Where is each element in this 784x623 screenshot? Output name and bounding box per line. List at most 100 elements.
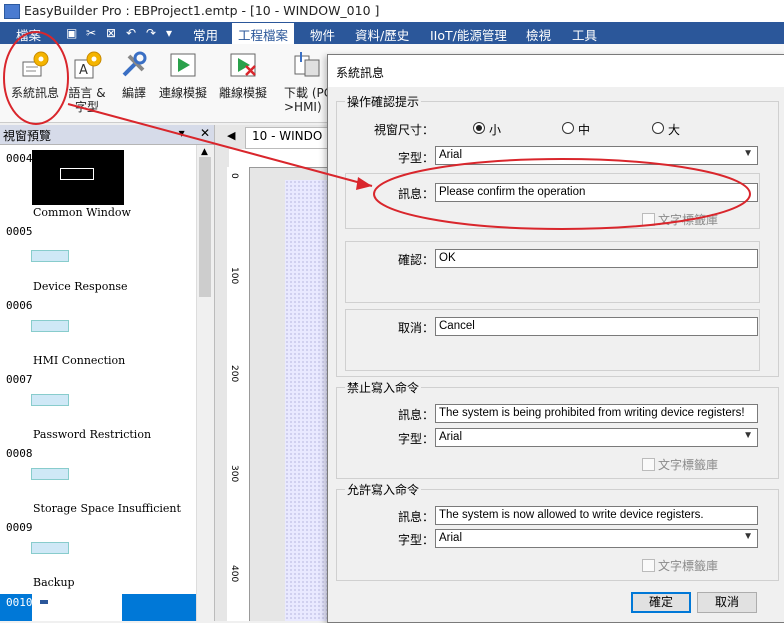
chevron-down-icon: ▼ bbox=[743, 430, 753, 441]
window-number: 0006 bbox=[6, 299, 33, 312]
size-medium-radio[interactable] bbox=[562, 122, 574, 134]
window-number: 0010 bbox=[6, 596, 33, 609]
window-thumbnail[interactable] bbox=[31, 468, 69, 480]
prohibit-message-input[interactable]: The system is being prohibited from writ… bbox=[435, 404, 758, 423]
window-thumbnail[interactable] bbox=[31, 320, 69, 332]
font-value: Arial bbox=[439, 149, 463, 161]
download-icon bbox=[291, 50, 321, 80]
chevron-down-icon: ▼ bbox=[743, 148, 753, 159]
language-font-button[interactable]: A 語言 & 字型 bbox=[66, 50, 108, 114]
prohibit-font-label: 字型： bbox=[397, 432, 434, 446]
tab-iiot-energy[interactable]: IIoT/能源管理 bbox=[430, 25, 507, 44]
chevron-down-icon: ▼ bbox=[743, 531, 753, 542]
selected-window-row[interactable]: 0010 bbox=[0, 594, 196, 621]
prohibit-font-select[interactable]: Arial ▼ bbox=[435, 428, 758, 447]
allow-font-label: 字型： bbox=[397, 533, 434, 547]
window-size-label: 視窗尺寸： bbox=[373, 123, 434, 137]
language-font-label: 語言 & 字型 bbox=[68, 86, 106, 114]
system-message-dialog: 系統訊息 操作確認提示 視窗尺寸： 小 中 大 字型： Arial ▼ 訊息： … bbox=[327, 54, 784, 623]
scroll-thumb[interactable] bbox=[199, 157, 211, 297]
customize-quick-access-icon[interactable]: ▾ bbox=[166, 26, 172, 40]
close-icon[interactable]: ✕ bbox=[200, 126, 210, 140]
compile-button[interactable]: 編譯 bbox=[114, 50, 154, 100]
online-simulation-label: 連線模擬 bbox=[158, 86, 207, 100]
pin-icon[interactable]: ▾ bbox=[179, 126, 185, 140]
label-library-checkbox[interactable] bbox=[642, 458, 655, 471]
dialog-title-bar: 系統訊息 bbox=[328, 55, 784, 87]
window-name[interactable]: Device Response bbox=[33, 280, 128, 293]
tab-view[interactable]: 檢視 bbox=[526, 25, 551, 44]
panel-controls: ▾ ✕ bbox=[179, 126, 210, 140]
save-icon[interactable]: ▣ bbox=[66, 26, 77, 40]
size-large-radio[interactable] bbox=[652, 122, 664, 134]
system-message-button[interactable]: 系統訊息 bbox=[8, 50, 62, 100]
window-name[interactable]: Storage Space Insufficient bbox=[33, 502, 181, 515]
label-library-checkbox[interactable] bbox=[642, 213, 655, 226]
online-simulation-button[interactable]: 連線模擬 bbox=[156, 50, 210, 100]
tab-objects[interactable]: 物件 bbox=[310, 25, 335, 44]
allow-font-select[interactable]: Arial ▼ bbox=[435, 529, 758, 548]
tab-file[interactable]: 檔案 bbox=[16, 25, 41, 44]
tab-home[interactable]: 常用 bbox=[193, 25, 218, 44]
vertical-ruler: 0 100 200 300 400 bbox=[227, 167, 250, 621]
cancel-text-label: 取消： bbox=[397, 321, 434, 335]
svg-text:A: A bbox=[79, 63, 88, 78]
system-message-icon bbox=[20, 50, 50, 80]
allow-message-input[interactable]: The system is now allowed to write devic… bbox=[435, 506, 758, 525]
window-number: 0005 bbox=[6, 225, 33, 238]
size-medium-label: 中 bbox=[578, 123, 591, 137]
allow-write-legend: 允許寫入命令 bbox=[347, 483, 420, 497]
message-input[interactable]: Please confirm the operation bbox=[435, 183, 758, 202]
tools-icon[interactable]: ✂ bbox=[86, 26, 96, 40]
ok-button[interactable]: 確定 bbox=[631, 592, 691, 613]
system-message-label: 系統訊息 bbox=[10, 86, 59, 100]
tab-data-history[interactable]: 資料/歷史 bbox=[355, 25, 409, 44]
label-library-label: 文字標籤庫 bbox=[658, 559, 719, 573]
download-button[interactable]: 下載 (PC->HMI) bbox=[284, 50, 328, 114]
scroll-up-icon[interactable]: ▲ bbox=[201, 147, 208, 157]
label-library-label: 文字標籤庫 bbox=[658, 213, 719, 227]
window-title: EasyBuilder Pro : EBProject1.emtp - [10 … bbox=[24, 3, 380, 18]
cancel-text-input[interactable]: Cancel bbox=[435, 317, 758, 336]
window-thumbnail[interactable] bbox=[32, 150, 124, 205]
window-thumbnail[interactable] bbox=[31, 394, 69, 406]
compile-icon bbox=[119, 50, 149, 80]
label-library-checkbox[interactable] bbox=[642, 559, 655, 572]
editor-tab[interactable]: 10 - WINDO bbox=[245, 127, 330, 149]
window-number: 0007 bbox=[6, 373, 33, 386]
tab-scroll-left-icon[interactable]: ◀ bbox=[227, 129, 235, 142]
size-small-radio[interactable] bbox=[473, 122, 485, 134]
prohibit-write-legend: 禁止寫入命令 bbox=[347, 381, 420, 395]
export-icon[interactable]: ⊠ bbox=[106, 26, 116, 40]
online-simulation-icon bbox=[168, 50, 198, 80]
ruler-label: 100 bbox=[229, 267, 239, 285]
ok-text-input[interactable]: OK bbox=[435, 249, 758, 268]
window-thumbnail[interactable] bbox=[31, 542, 69, 554]
ruler-label: 200 bbox=[229, 365, 239, 383]
redo-icon[interactable]: ↷ bbox=[146, 26, 156, 40]
size-small-label: 小 bbox=[489, 123, 502, 137]
tab-tools[interactable]: 工具 bbox=[572, 25, 597, 44]
offline-simulation-icon bbox=[228, 50, 258, 80]
ruler-label: 300 bbox=[229, 465, 239, 483]
label-library-label: 文字標籤庫 bbox=[658, 458, 719, 472]
undo-icon[interactable]: ↶ bbox=[126, 26, 136, 40]
allow-message-label: 訊息： bbox=[397, 510, 434, 524]
window-name[interactable]: Backup bbox=[33, 576, 75, 589]
window-number: 0009 bbox=[6, 521, 33, 534]
offline-simulation-label: 離線模擬 bbox=[218, 86, 267, 100]
ribbon-tab-bar: 檔案 ▣ ✂ ⊠ ↶ ↷ ▾ 常用 工程檔案 物件 資料/歷史 IIoT/能源管… bbox=[0, 22, 784, 44]
window-name[interactable]: HMI Connection bbox=[33, 354, 125, 367]
horizontal-ruler bbox=[229, 149, 335, 168]
window-name[interactable]: Common Window bbox=[33, 206, 131, 219]
window-thumbnail[interactable] bbox=[31, 250, 69, 262]
tab-project[interactable]: 工程檔案 bbox=[232, 23, 295, 44]
offline-simulation-button[interactable]: 離線模擬 bbox=[216, 50, 270, 100]
ruler-label: 0 bbox=[229, 173, 239, 179]
font-select[interactable]: Arial ▼ bbox=[435, 146, 758, 165]
vertical-scrollbar[interactable]: ▲ bbox=[196, 145, 214, 621]
cancel-button[interactable]: 取消 bbox=[697, 592, 757, 613]
window-preview-title: 視窗預覽 bbox=[3, 129, 52, 143]
window-name[interactable]: Password Restriction bbox=[33, 428, 151, 441]
font-value: Arial bbox=[439, 532, 463, 544]
